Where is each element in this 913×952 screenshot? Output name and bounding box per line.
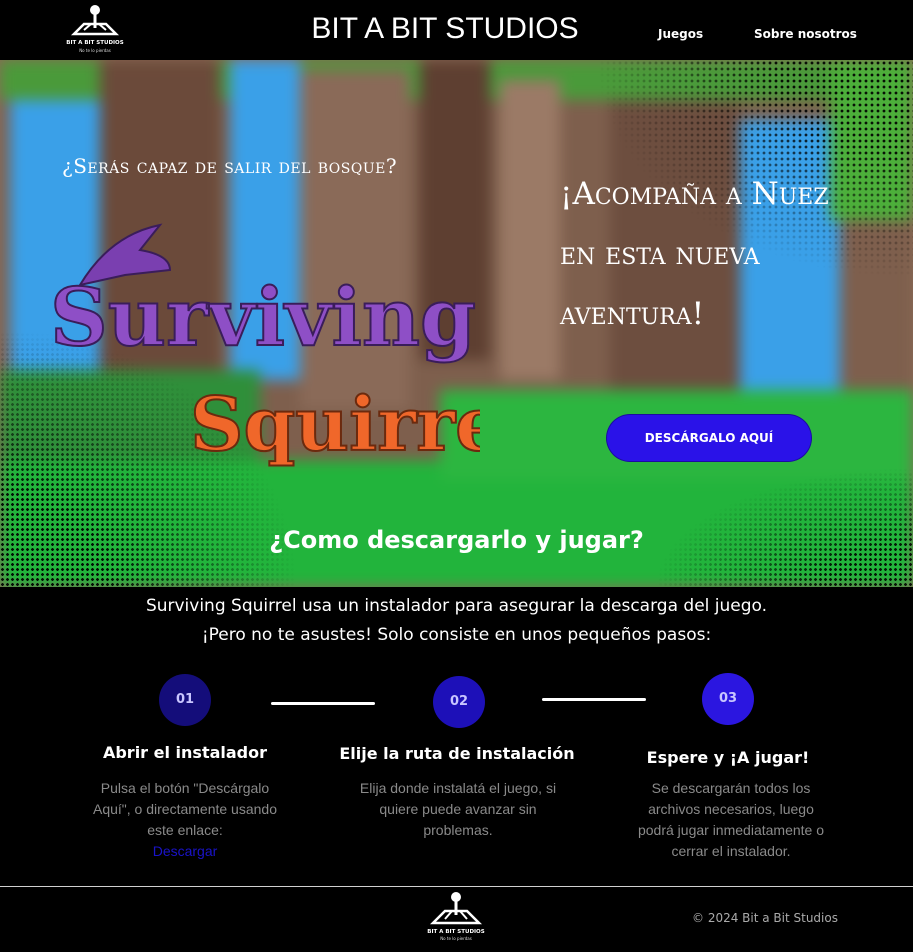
step-desc-1-text: Pulsa el botón "Descárgalo Aquí", o dire… (93, 780, 277, 838)
site-header: BIT A BIT STUDIOS No te lo pierdas BIT A… (0, 0, 913, 60)
copyright-text: © 2024 Bit a Bit Studios (692, 911, 838, 925)
step-connector (542, 698, 646, 701)
download-button[interactable]: DESCÁRGALO AQUÍ (607, 415, 811, 461)
nav-link-sobre-nosotros[interactable]: Sobre nosotros (754, 27, 857, 41)
footer-divider (0, 886, 913, 887)
nav-link-juegos[interactable]: Juegos (658, 27, 703, 41)
intro-text: Surviving Squirrel usa un instalador par… (100, 592, 813, 650)
step-desc-1: Pulsa el botón "Descárgalo Aquí", o dire… (85, 778, 285, 862)
brand-title: BIT A BIT STUDIOS (311, 12, 579, 45)
hero-banner: ¿Serás capaz de salir del bosque? ¡Acomp… (0, 60, 913, 587)
step-title-2: Elije la ruta de instalación (339, 744, 575, 763)
svg-text:BIT A BIT STUDIOS: BIT A BIT STUDIOS (427, 929, 484, 935)
download-link[interactable]: Descargar (153, 843, 218, 859)
hero-tagline: ¡Acompaña a Nuez en esta nueva aventura! (560, 176, 829, 332)
step-number-1: 01 (159, 674, 211, 726)
logo-word-squirrel: Squirrel (190, 382, 480, 468)
studio-logo[interactable]: BIT A BIT STUDIOS No te lo pierdas (66, 2, 124, 58)
step-desc-2: Elija donde instalatá el juego, si quier… (359, 780, 557, 838)
how-to-title: ¿Como descargarlo y jugar? (269, 526, 644, 554)
step-number-3: 03 (702, 673, 754, 725)
logo-word-surviving: Surviving (50, 270, 476, 364)
joystick-icon: BIT A BIT STUDIOS (66, 5, 124, 46)
step-title-1: Abrir el instalador (102, 743, 268, 762)
step-number-2: 02 (433, 676, 485, 728)
logo-tagline: No te lo pierdas (79, 48, 111, 53)
svg-text:No te lo pierdas: No te lo pierdas (440, 936, 472, 941)
svg-text:BIT A BIT STUDIOS: BIT A BIT STUDIOS (66, 40, 123, 46)
hero-question: ¿Serás capaz de salir del bosque? (62, 154, 398, 178)
footer-logo[interactable]: BIT A BIT STUDIOS No te lo pierdas (427, 889, 485, 949)
step-title-3: Espere y ¡A jugar! (646, 748, 810, 767)
intro-line-1: Surviving Squirrel usa un instalador par… (145, 596, 768, 616)
joystick-icon: BIT A BIT STUDIOS No te lo pierdas (427, 892, 485, 941)
intro-line-2: ¡Pero no te asustes! Solo consiste en un… (201, 625, 712, 645)
game-logo: Surviving Squirrel (49, 223, 480, 469)
step-connector (271, 702, 375, 705)
step-desc-3: Se descargarán todos los archivos necesa… (637, 780, 824, 859)
